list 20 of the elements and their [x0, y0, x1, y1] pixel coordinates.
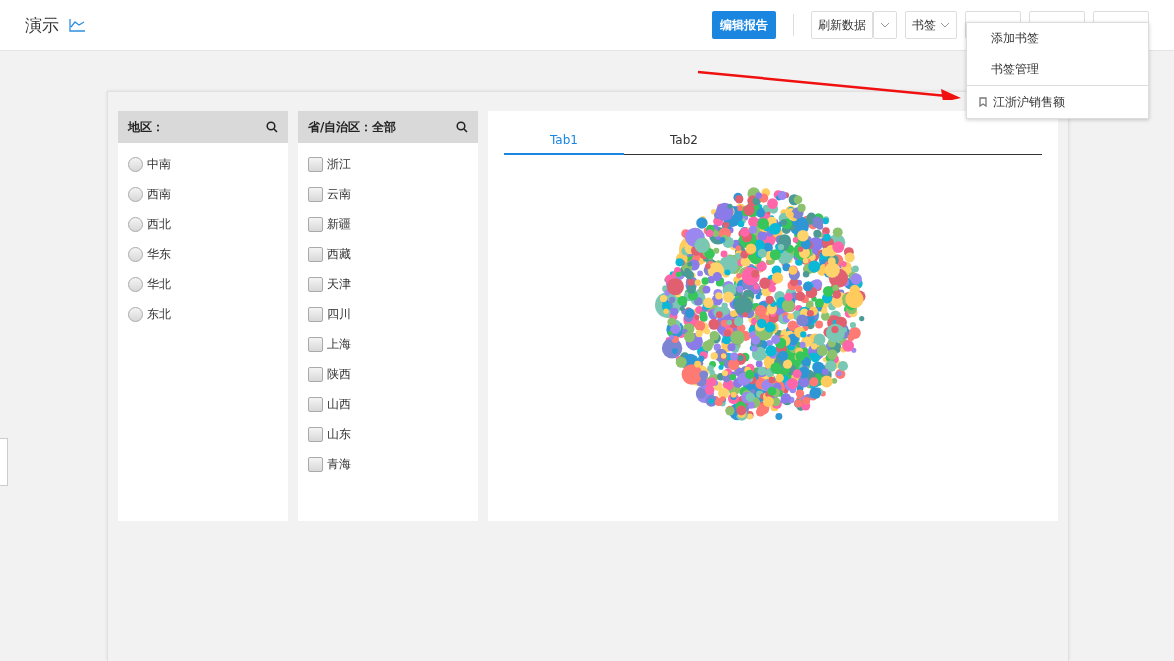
filter-title: 地区： [128, 118, 164, 136]
option-label: 四川 [327, 305, 351, 323]
option-label: 云南 [327, 185, 351, 203]
option-label: 上海 [327, 335, 351, 353]
option-label: 青海 [327, 455, 351, 473]
option-label: 天津 [327, 275, 351, 293]
option-label: 新疆 [327, 215, 351, 233]
option-label: 华东 [147, 245, 171, 263]
option-label: 东北 [147, 305, 171, 323]
filter-title: 省/自治区：全部 [308, 118, 397, 136]
option-label: 陕西 [327, 365, 351, 383]
option-label: 华北 [147, 275, 171, 293]
option-label: 中南 [147, 155, 171, 173]
option-label: 西南 [147, 185, 171, 203]
option-label: 山东 [327, 425, 351, 443]
option-label: 山西 [327, 395, 351, 413]
report-title: 演示 [25, 13, 59, 37]
option-label: 西北 [147, 215, 171, 233]
option-label: 浙江 [327, 155, 351, 173]
option-label: 西藏 [327, 245, 351, 263]
